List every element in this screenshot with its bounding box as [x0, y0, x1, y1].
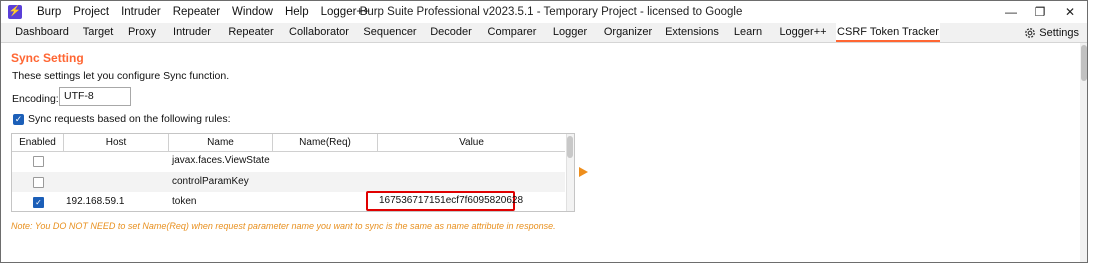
close-button[interactable]: ✕ [1053, 1, 1087, 23]
tab-organizer[interactable]: Organizer [601, 23, 655, 42]
title-bar: ⚡ Burp Project Intruder Repeater Window … [1, 1, 1087, 23]
panel-scrollbar-thumb[interactable] [1081, 45, 1087, 81]
row-enabled-checkbox[interactable]: ✓ [33, 197, 44, 208]
tab-proxy[interactable]: Proxy [123, 23, 161, 42]
tab-extensions[interactable]: Extensions [664, 23, 720, 42]
gear-icon [1025, 27, 1036, 38]
window-title: Burp Suite Professional v2023.5.1 - Temp… [359, 6, 743, 18]
row-name-req [273, 151, 378, 171]
column-name[interactable]: Name [169, 134, 273, 151]
tab-repeater[interactable]: Repeater [227, 23, 275, 42]
expand-arrow-icon[interactable] [579, 167, 588, 177]
csrf-tracker-panel: Sync Setting These settings let you conf… [1, 43, 1079, 262]
tab-csrf-token-tracker[interactable]: CSRF Token Tracker [836, 23, 940, 42]
column-value[interactable]: Value [378, 134, 565, 151]
menu-help[interactable]: Help [279, 1, 315, 23]
tab-collaborator[interactable]: Collaborator [286, 23, 352, 42]
menu-window[interactable]: Window [226, 1, 279, 23]
burp-window: ⚡ Burp Project Intruder Repeater Window … [0, 0, 1088, 263]
settings-label: Settings [1039, 26, 1079, 39]
tab-learn[interactable]: Learn [731, 23, 765, 42]
encoding-input[interactable]: UTF-8 [59, 87, 131, 106]
row-host [64, 172, 169, 192]
menu-burp[interactable]: Burp [31, 1, 67, 23]
row-name: javax.faces.ViewState [172, 155, 270, 166]
tab-target[interactable]: Target [79, 23, 117, 42]
tab-comparer[interactable]: Comparer [485, 23, 539, 42]
sync-checkbox[interactable]: ✓ [13, 114, 24, 125]
table-header: Enabled Host Name Name(Req) Value [12, 134, 565, 152]
table-row[interactable]: javax.faces.ViewState [12, 151, 565, 171]
row-name-req [273, 172, 378, 192]
tab-intruder[interactable]: Intruder [169, 23, 215, 42]
row-name: controlParamKey [172, 176, 249, 187]
row-value [378, 151, 565, 171]
token-value: 167536717151ecf7f6095820628 [379, 195, 524, 206]
column-host[interactable]: Host [64, 134, 169, 151]
row-host [64, 151, 169, 171]
row-enabled-checkbox[interactable] [33, 156, 44, 167]
column-enabled[interactable]: Enabled [12, 134, 64, 151]
table-row[interactable]: controlParamKey [12, 172, 565, 192]
row-enabled-checkbox[interactable] [33, 177, 44, 188]
menu-intruder[interactable]: Intruder [115, 1, 167, 23]
column-name-req[interactable]: Name(Req) [273, 134, 378, 151]
section-title: Sync Setting [11, 51, 84, 65]
menu-repeater[interactable]: Repeater [167, 1, 226, 23]
tab-logger[interactable]: Logger [550, 23, 590, 42]
settings-button[interactable]: Settings [1024, 23, 1079, 42]
tab-decoder[interactable]: Decoder [428, 23, 474, 42]
sync-note: Note: You DO NOT NEED to set Name(Req) w… [11, 221, 556, 231]
maximize-button[interactable]: ❐ [1023, 1, 1057, 23]
section-description: These settings let you configure Sync fu… [12, 70, 230, 82]
tab-dashboard[interactable]: Dashboard [5, 23, 79, 42]
row-value [378, 172, 565, 192]
menu-project[interactable]: Project [67, 1, 115, 23]
row-host: 192.168.59.1 [66, 196, 125, 207]
row-name: token [172, 196, 197, 207]
encoding-label: Encoding: [12, 93, 59, 105]
row-name-req [273, 192, 378, 211]
tab-sequencer[interactable]: Sequencer [363, 23, 417, 42]
tool-tab-bar: Dashboard Target Proxy Intruder Repeater… [1, 23, 1087, 43]
table-scrollbar-thumb[interactable] [567, 136, 573, 158]
burp-logo-icon: ⚡ [8, 5, 22, 19]
sync-checkbox-label: Sync requests based on the following rul… [28, 113, 231, 125]
tab-logger-plus[interactable]: Logger++ [776, 23, 830, 42]
